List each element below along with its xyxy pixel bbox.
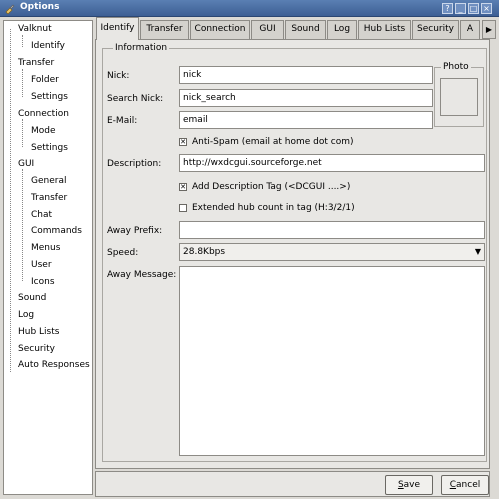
speed-label: Speed: — [107, 248, 139, 258]
tree-item-transfer-settings[interactable]: Settings — [31, 90, 68, 104]
close-icon[interactable]: × — [481, 3, 492, 14]
nick-label: Nick: — [107, 71, 130, 81]
description-label: Description: — [107, 159, 162, 169]
tab-auto-responses[interactable]: A — [460, 20, 480, 39]
away-message-label: Away Message: — [107, 270, 177, 280]
tree-connector — [10, 29, 11, 372]
tab-identify[interactable]: Identify — [96, 17, 139, 40]
tree-item-gui-transfer[interactable]: Transfer — [31, 191, 67, 205]
away-message-textarea[interactable] — [179, 266, 485, 456]
tree-item-menus[interactable]: Menus — [31, 241, 60, 255]
tree-item-transfer[interactable]: Transfer — [18, 56, 54, 70]
tree-item-valknut[interactable]: Valknut — [18, 22, 52, 36]
tab-scroll-right-icon[interactable]: ▶ — [482, 20, 496, 39]
tree-connector — [22, 119, 23, 147]
cancel-button[interactable]: Cancel — [441, 475, 489, 495]
tab-bar: Identify Transfer Connection GUI Sound L… — [95, 17, 496, 40]
tree-item-icons[interactable]: Icons — [31, 275, 55, 289]
window-title: Options — [20, 2, 60, 12]
antispam-checkbox[interactable]: ✕ Anti-Spam (email at home dot com) — [179, 136, 354, 148]
save-button[interactable]: Save — [385, 475, 433, 495]
dropdown-arrow-icon[interactable]: ▼ — [475, 244, 481, 260]
antispam-label: Anti-Spam (email at home dot com) — [192, 137, 354, 147]
information-group-label: Information — [113, 43, 170, 53]
tree-connector — [22, 35, 23, 47]
photo-group: Photo — [434, 62, 484, 127]
nick-input[interactable]: nick — [179, 66, 433, 84]
tree-item-log[interactable]: Log — [18, 308, 34, 322]
antispam-check-box[interactable]: ✕ — [179, 137, 187, 146]
tree-item-sound[interactable]: Sound — [18, 291, 46, 305]
tree-item-commands[interactable]: Commands — [31, 224, 82, 238]
cancel-label: ancel — [456, 480, 481, 490]
main-area: Identify Transfer Connection GUI Sound L… — [95, 17, 496, 499]
tree-connector — [22, 169, 23, 281]
tree-item-security[interactable]: Security — [18, 342, 55, 356]
identify-panel: Information Nick: nick Search Nick: nick… — [95, 39, 490, 469]
tree-item-hub-lists[interactable]: Hub Lists — [18, 325, 59, 339]
tab-sound[interactable]: Sound — [285, 20, 326, 39]
search-nick-label: Search Nick: — [107, 94, 164, 104]
tree-item-connection-settings[interactable]: Settings — [31, 141, 68, 155]
photo-label: Photo — [441, 62, 471, 72]
help-icon[interactable]: ? — [442, 3, 453, 14]
tab-log[interactable]: Log — [327, 20, 357, 39]
extended-hub-count-label: Extended hub count in tag (H:3/2/1) — [192, 203, 355, 213]
photo-button[interactable] — [440, 78, 478, 116]
tree-item-gui[interactable]: GUI — [18, 157, 34, 171]
minimize-icon[interactable]: _ — [455, 3, 466, 14]
speed-select[interactable]: 28.8Kbps ▼ — [179, 243, 485, 261]
tree-item-mode[interactable]: Mode — [31, 124, 56, 138]
tab-transfer[interactable]: Transfer — [140, 20, 189, 39]
tree-item-identify[interactable]: Identify — [31, 39, 65, 53]
tree-connector — [22, 69, 23, 97]
tree-item-user[interactable]: User — [31, 258, 52, 272]
away-prefix-input[interactable] — [179, 221, 485, 239]
description-input[interactable]: http://wxdcgui.sourceforge.net — [179, 154, 485, 172]
app-icon — [5, 4, 15, 14]
tab-gui[interactable]: GUI — [251, 20, 284, 39]
options-tree[interactable]: Valknut Identify Transfer Folder Setting… — [3, 20, 93, 495]
tree-item-auto-responses[interactable]: Auto Responses — [18, 358, 90, 372]
extended-hub-count-check-box[interactable] — [179, 203, 187, 212]
away-prefix-label: Away Prefix: — [107, 226, 163, 236]
add-description-tag-checkbox[interactable]: ✕ Add Description Tag (<DCGUI ....>) — [179, 181, 350, 193]
maximize-icon[interactable]: □ — [468, 3, 479, 14]
email-label: E-Mail: — [107, 116, 138, 126]
search-nick-input[interactable]: nick_search — [179, 89, 433, 107]
tab-hub-lists[interactable]: Hub Lists — [358, 20, 411, 39]
tree-item-folder[interactable]: Folder — [31, 73, 59, 87]
tab-security[interactable]: Security — [412, 20, 459, 39]
save-label: ave — [403, 480, 421, 490]
add-description-tag-check-box[interactable]: ✕ — [179, 182, 187, 191]
add-description-tag-label: Add Description Tag (<DCGUI ....>) — [192, 182, 351, 192]
button-bar: Save Cancel — [95, 471, 490, 497]
tree-item-connection[interactable]: Connection — [18, 107, 69, 121]
tree-item-chat[interactable]: Chat — [31, 208, 52, 222]
tab-connection[interactable]: Connection — [190, 20, 250, 39]
title-bar[interactable]: Options ? _ □ × — [0, 0, 499, 17]
email-input[interactable]: email — [179, 111, 433, 129]
speed-value: 28.8Kbps — [183, 247, 226, 257]
extended-hub-count-checkbox[interactable]: Extended hub count in tag (H:3/2/1) — [179, 202, 355, 214]
tree-item-general[interactable]: General — [31, 174, 66, 188]
information-group: Information Nick: nick Search Nick: nick… — [102, 43, 487, 462]
